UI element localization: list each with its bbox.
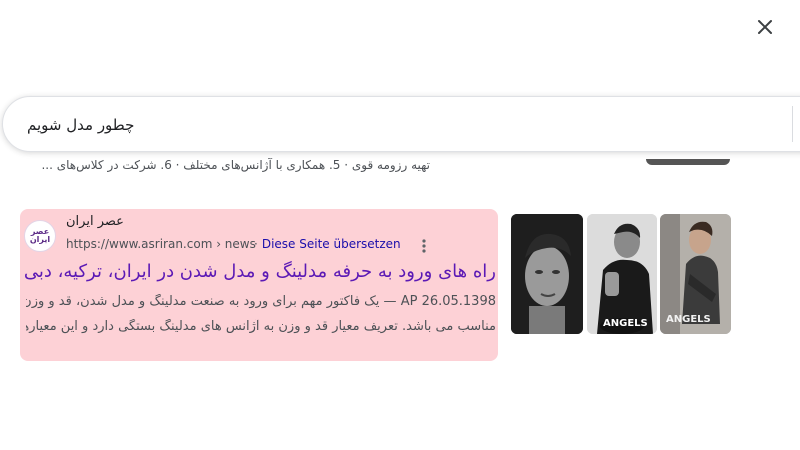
result-snippet-line-2: مناسب می باشد. تعریف معیار قد و وزن به آ… — [26, 319, 496, 334]
site-name[interactable]: عصر ایران — [66, 214, 124, 229]
portrait-thumbnail[interactable] — [511, 214, 583, 334]
separator-dot: · — [254, 237, 258, 251]
site-url[interactable]: https://www.asriran.com › news — [66, 237, 256, 251]
close-icon — [758, 20, 772, 34]
thumbnail-caption: ANGELS — [603, 318, 648, 329]
search-bar[interactable] — [2, 96, 800, 152]
previous-result-snippet: تهیه رزومه قوی · 5. همکاری با آژانس‌های … — [41, 158, 430, 172]
search-bar-divider — [792, 106, 793, 142]
favicon-text: عصر ایران — [29, 227, 51, 244]
previous-result-thumbnail[interactable] — [646, 159, 730, 165]
seated-man-thumbnail[interactable]: ANGELS — [660, 214, 731, 334]
translate-page-link[interactable]: · Diese Seite übersetzen — [254, 237, 401, 251]
thumbnail-caption: ANGELS — [666, 314, 711, 325]
site-favicon: عصر ایران — [24, 220, 56, 252]
result-title-link[interactable]: راه های ورود به حرفه مدلینگ و مدل شدن در… — [24, 261, 496, 282]
search-input[interactable] — [25, 109, 629, 141]
more-options-button[interactable] — [418, 237, 430, 255]
clear-search-button[interactable] — [750, 12, 780, 42]
translate-link-label: Diese Seite übersetzen — [261, 237, 401, 251]
more-vert-icon — [422, 239, 426, 253]
result-highlight — [20, 209, 498, 361]
man-in-suit-thumbnail[interactable]: ANGELS — [587, 214, 657, 334]
result-snippet-line-1: 26.05.1398 AP — یک فاکتور مهم برای ورود … — [26, 294, 496, 309]
